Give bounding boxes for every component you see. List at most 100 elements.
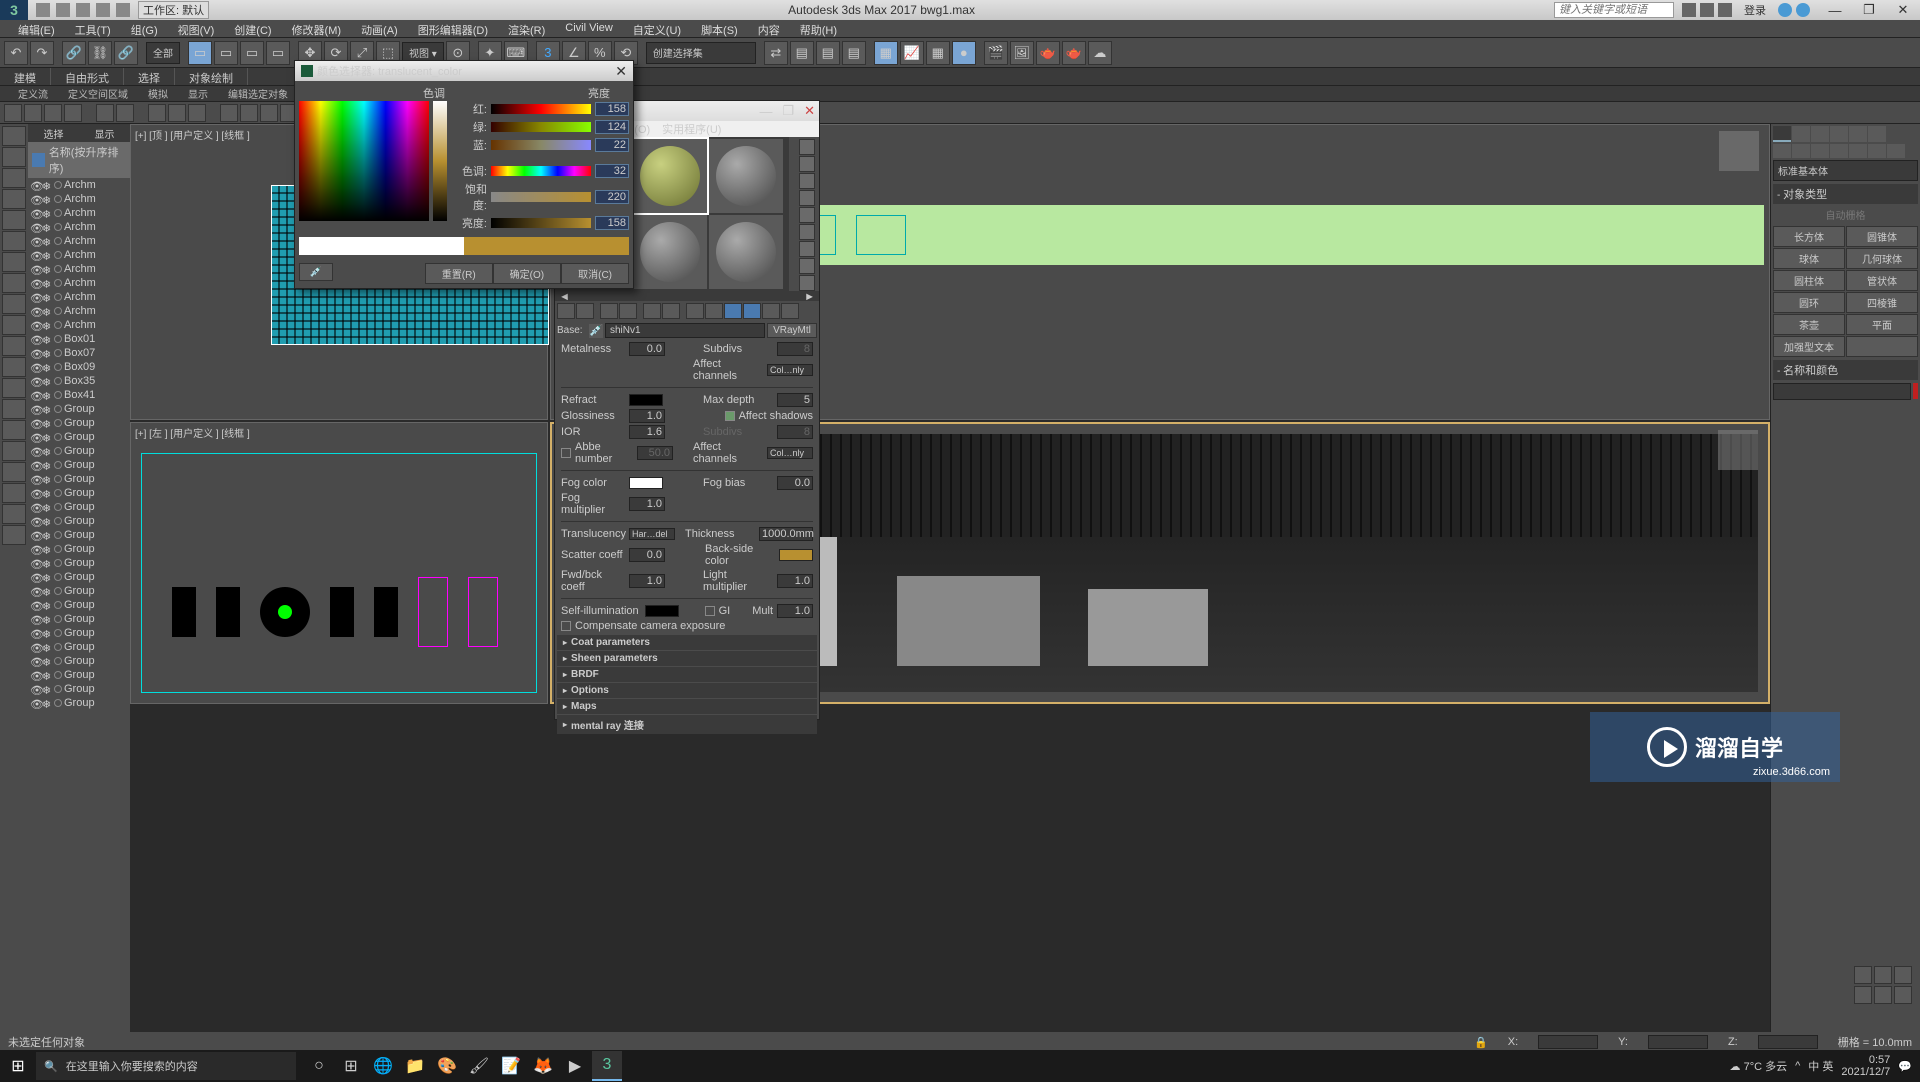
primitive-长方体[interactable]: 长方体 (1773, 226, 1845, 247)
tab-freeform[interactable]: 自由形式 (51, 68, 124, 85)
qat-save-icon[interactable] (76, 3, 90, 17)
select-button[interactable]: ▭ (188, 41, 212, 65)
mat-side-5[interactable] (799, 207, 815, 223)
login-link[interactable]: 登录 (1740, 2, 1770, 18)
fogbias-value[interactable]: 0.0 (777, 476, 813, 490)
lt-17[interactable] (2, 462, 26, 482)
task-taskview[interactable]: ⊞ (336, 1051, 366, 1081)
menu-render[interactable]: 渲染(R) (498, 20, 555, 37)
scene-item[interactable]: 👁❄Group (28, 416, 130, 430)
lt-7[interactable] (2, 252, 26, 272)
populate-icon-4[interactable] (64, 104, 82, 122)
task-firefox[interactable]: 🦊 (528, 1051, 558, 1081)
populate-icon-8[interactable] (168, 104, 186, 122)
primitive-球体[interactable]: 球体 (1773, 248, 1845, 269)
lights-subtab[interactable] (1811, 144, 1829, 158)
abbe-check[interactable] (561, 448, 571, 458)
mirror-button[interactable]: ⇄ (764, 41, 788, 65)
lt-6[interactable] (2, 231, 26, 251)
gi-check[interactable] (705, 606, 715, 616)
lt-10[interactable] (2, 315, 26, 335)
green-slider[interactable] (491, 122, 591, 132)
trans-mode-dropdown[interactable]: Har…del (629, 528, 675, 540)
tab-objectpaint[interactable]: 对象绘制 (175, 68, 248, 85)
lt-14[interactable] (2, 399, 26, 419)
rollup-maps[interactable]: Maps (557, 699, 817, 714)
tray-time[interactable]: 0:57 (1841, 1054, 1890, 1066)
mat-side-3[interactable] (799, 173, 815, 189)
primitive-平面[interactable]: 平面 (1846, 314, 1918, 335)
affect-shadows-check[interactable] (725, 411, 735, 421)
coord-x-input[interactable] (1538, 1035, 1598, 1049)
scene-item[interactable]: 👁❄Archm (28, 220, 130, 234)
undo-button[interactable]: ↶ (4, 41, 28, 65)
scene-item[interactable]: 👁❄Group (28, 500, 130, 514)
geometry-subtab[interactable] (1773, 144, 1791, 158)
menu-modifiers[interactable]: 修改器(M) (282, 20, 352, 37)
mat-menu-utilities[interactable]: 实用程序(U) (662, 121, 721, 137)
rollup-coat[interactable]: Coat parameters (557, 635, 817, 650)
pan-button[interactable] (1854, 966, 1872, 984)
link-button[interactable]: 🔗 (62, 41, 86, 65)
red-value[interactable]: 158 (595, 102, 629, 116)
lt-16[interactable] (2, 441, 26, 461)
mt-7[interactable] (686, 303, 704, 319)
exchange-icon[interactable] (1682, 3, 1696, 17)
task-explorer[interactable]: 📁 (400, 1051, 430, 1081)
mt-2[interactable] (576, 303, 594, 319)
subtab-0[interactable]: 定义流 (8, 86, 58, 101)
render-frame-button[interactable]: 🖼 (1010, 41, 1034, 65)
ior-value[interactable]: 1.6 (629, 425, 665, 439)
ribbon-toggle-button[interactable]: ▦ (874, 41, 898, 65)
fogmult-value[interactable]: 1.0 (629, 497, 665, 511)
scene-item[interactable]: 👁❄Box35 (28, 374, 130, 388)
lt-18[interactable] (2, 483, 26, 503)
scene-item[interactable]: 👁❄Group (28, 612, 130, 626)
lt-20[interactable] (2, 525, 26, 545)
mt-5[interactable] (643, 303, 661, 319)
mat-scroll-left[interactable]: ◄ (559, 291, 570, 301)
menu-customize[interactable]: 自定义(U) (623, 20, 691, 37)
mt-9[interactable] (724, 303, 742, 319)
scene-item[interactable]: 👁❄Box09 (28, 360, 130, 374)
fwdbck-value[interactable]: 1.0 (629, 574, 665, 588)
object-type-rollout[interactable]: - 对象类型 (1773, 184, 1918, 204)
scene-item[interactable]: 👁❄Group (28, 556, 130, 570)
maximize-button[interactable]: ❐ (1852, 0, 1886, 20)
mat-slot-5[interactable] (633, 215, 707, 289)
start-button[interactable]: ⊞ (0, 1050, 36, 1082)
scene-item[interactable]: 👁❄Group (28, 402, 130, 416)
help-search-input[interactable] (1554, 2, 1674, 18)
maximize-vp-button[interactable] (1894, 986, 1912, 1004)
sat-slider[interactable] (491, 192, 591, 202)
scene-sort-icon[interactable] (32, 153, 45, 167)
scene-item[interactable]: 👁❄Group (28, 584, 130, 598)
systems-subtab[interactable] (1887, 144, 1905, 158)
primitive-[interactable] (1846, 336, 1918, 357)
value-strip[interactable] (433, 101, 447, 221)
mat-side-7[interactable] (799, 241, 815, 257)
cameras-subtab[interactable] (1830, 144, 1848, 158)
menu-animation[interactable]: 动画(A) (351, 20, 408, 37)
menu-grapheditor[interactable]: 图形编辑器(D) (408, 20, 498, 37)
qat-redo-icon[interactable] (116, 3, 130, 17)
green-value[interactable]: 124 (595, 120, 629, 134)
tray-date[interactable]: 2021/12/7 (1841, 1066, 1890, 1078)
scene-item[interactable]: 👁❄Group (28, 682, 130, 696)
mat-maximize[interactable]: ❐ (782, 103, 794, 119)
scene-tab-display[interactable]: 显示 (79, 124, 130, 142)
reset-button[interactable]: 重置(R) (425, 263, 493, 284)
scene-item[interactable]: 👁❄Group (28, 570, 130, 584)
tab-modeling[interactable]: 建模 (0, 68, 51, 85)
primitive-圆环[interactable]: 圆环 (1773, 292, 1845, 313)
bind-button[interactable]: 🔗 (114, 41, 138, 65)
scene-tab-select[interactable]: 选择 (28, 124, 79, 142)
autodesk360-button[interactable]: ☁ (1088, 41, 1112, 65)
fov-button[interactable] (1874, 986, 1892, 1004)
minimize-button[interactable]: — (1818, 0, 1852, 20)
scene-item[interactable]: 👁❄Archm (28, 178, 130, 192)
object-color-swatch[interactable] (1913, 383, 1918, 399)
task-3dsmax[interactable]: 3 (592, 1051, 622, 1081)
mt-6[interactable] (662, 303, 680, 319)
qat-open-icon[interactable] (56, 3, 70, 17)
